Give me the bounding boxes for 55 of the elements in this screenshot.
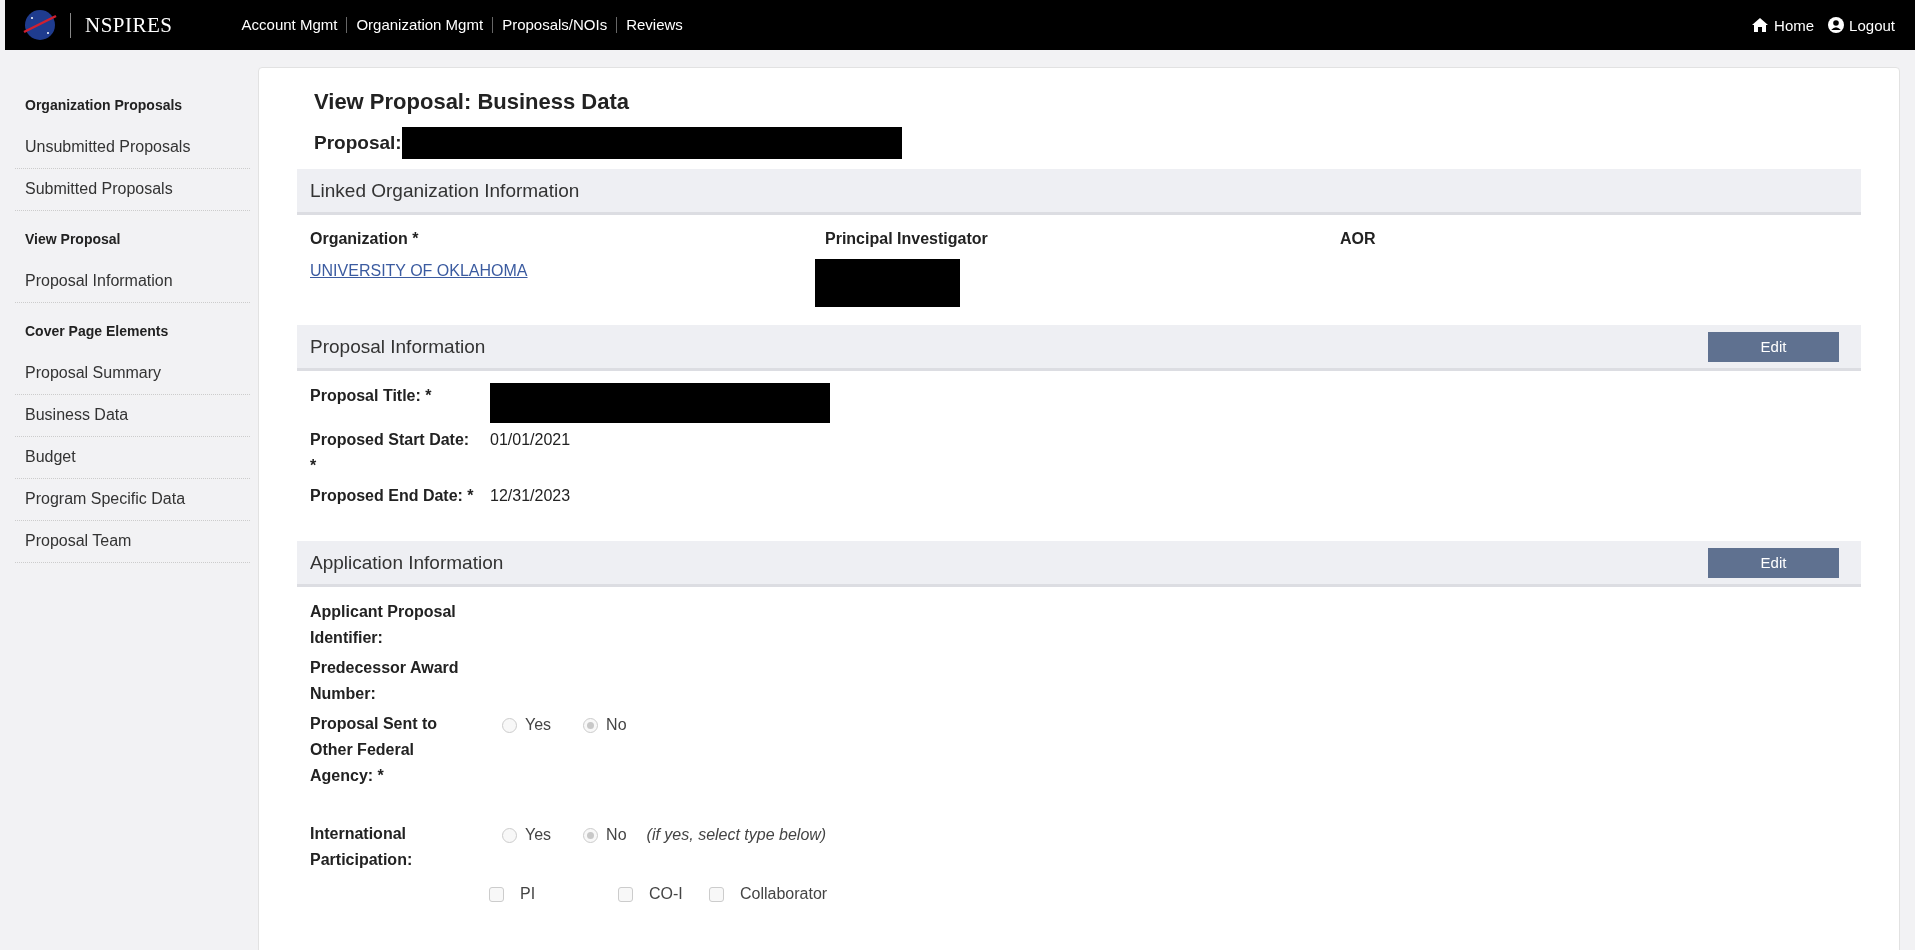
checkbox-label: CO-I <box>649 885 684 903</box>
radio-button[interactable] <box>583 827 599 843</box>
sidebar-item[interactable]: Business Data <box>15 395 250 437</box>
column-heading: Organization * <box>310 229 420 249</box>
field-value: 12/31/2023 <box>490 486 572 506</box>
page-title: View Proposal: Business Data <box>314 89 631 115</box>
field-label: Applicant Proposal Identifier: <box>310 602 457 648</box>
home-icon <box>1751 17 1770 33</box>
field-label: Proposal Title: * <box>310 386 433 406</box>
checkbox-label: PI <box>520 885 537 903</box>
radio-label: No <box>606 716 627 734</box>
radio-button[interactable] <box>502 827 517 843</box>
edit-button[interactable]: Edit <box>1708 331 1839 362</box>
nav-link[interactable]: Organization Mgmt <box>346 17 493 33</box>
nav-link[interactable]: Account Mgmt <box>232 17 347 33</box>
sidebar-item[interactable]: Proposal Summary <box>15 353 250 395</box>
user-icon <box>1828 17 1845 33</box>
sidebar-item[interactable]: Unsubmitted Proposals <box>15 127 250 169</box>
sidebar-item[interactable]: Program Specific Data <box>15 479 250 521</box>
checkbox[interactable] <box>709 886 724 902</box>
field-label: International Participation: <box>310 824 414 870</box>
sidebar-item[interactable]: Submitted Proposals <box>15 169 250 211</box>
checkbox[interactable] <box>618 886 633 902</box>
sidebar-item[interactable]: Proposal Team <box>15 521 250 563</box>
section-title: Application Information <box>310 551 504 574</box>
logout-link[interactable]: Logout <box>1828 16 1895 34</box>
radio-label: Yes <box>525 716 552 734</box>
field-label: Proposed Start Date: * <box>310 430 471 476</box>
field-label: Predecessor Award Number: <box>310 658 460 704</box>
field-value: 01/01/2021 <box>490 430 572 450</box>
field-label: Proposed End Date: * <box>310 486 475 506</box>
nav-link[interactable]: Proposals/NOIs <box>492 17 617 33</box>
sidebar-heading: Cover Page Elements <box>24 322 170 341</box>
checkbox[interactable] <box>489 886 504 902</box>
radio-label: No <box>606 826 627 844</box>
checkbox-label: Collaborator <box>740 885 829 903</box>
hint-text: (if yes, select type below) <box>646 826 827 844</box>
section-title: Proposal Information <box>310 335 486 358</box>
sidebar-heading: Organization Proposals <box>24 96 184 115</box>
column-heading: AOR <box>1340 229 1377 249</box>
radio-button[interactable] <box>502 717 517 733</box>
sidebar-heading: View Proposal <box>24 230 122 249</box>
organization-link[interactable]: UNIVERSITY OF OKLAHOMA <box>310 259 528 283</box>
sidebar-item[interactable]: Proposal Information <box>15 261 250 303</box>
column-heading: Principal Investigator <box>825 229 989 249</box>
field-label: Proposal Sent to Other Federal Agency: * <box>310 714 439 786</box>
radio-label: Yes <box>525 826 552 844</box>
nav-link[interactable]: Reviews <box>616 17 692 33</box>
section-title: Linked Organization Information <box>310 179 580 202</box>
site-name: NSPIRES <box>70 12 173 38</box>
sidebar-item[interactable]: Budget <box>15 437 250 479</box>
home-link[interactable]: Home <box>1751 16 1815 34</box>
edit-button[interactable]: Edit <box>1708 547 1839 578</box>
radio-button[interactable] <box>583 717 599 733</box>
proposal-label: Proposal: <box>314 132 402 154</box>
